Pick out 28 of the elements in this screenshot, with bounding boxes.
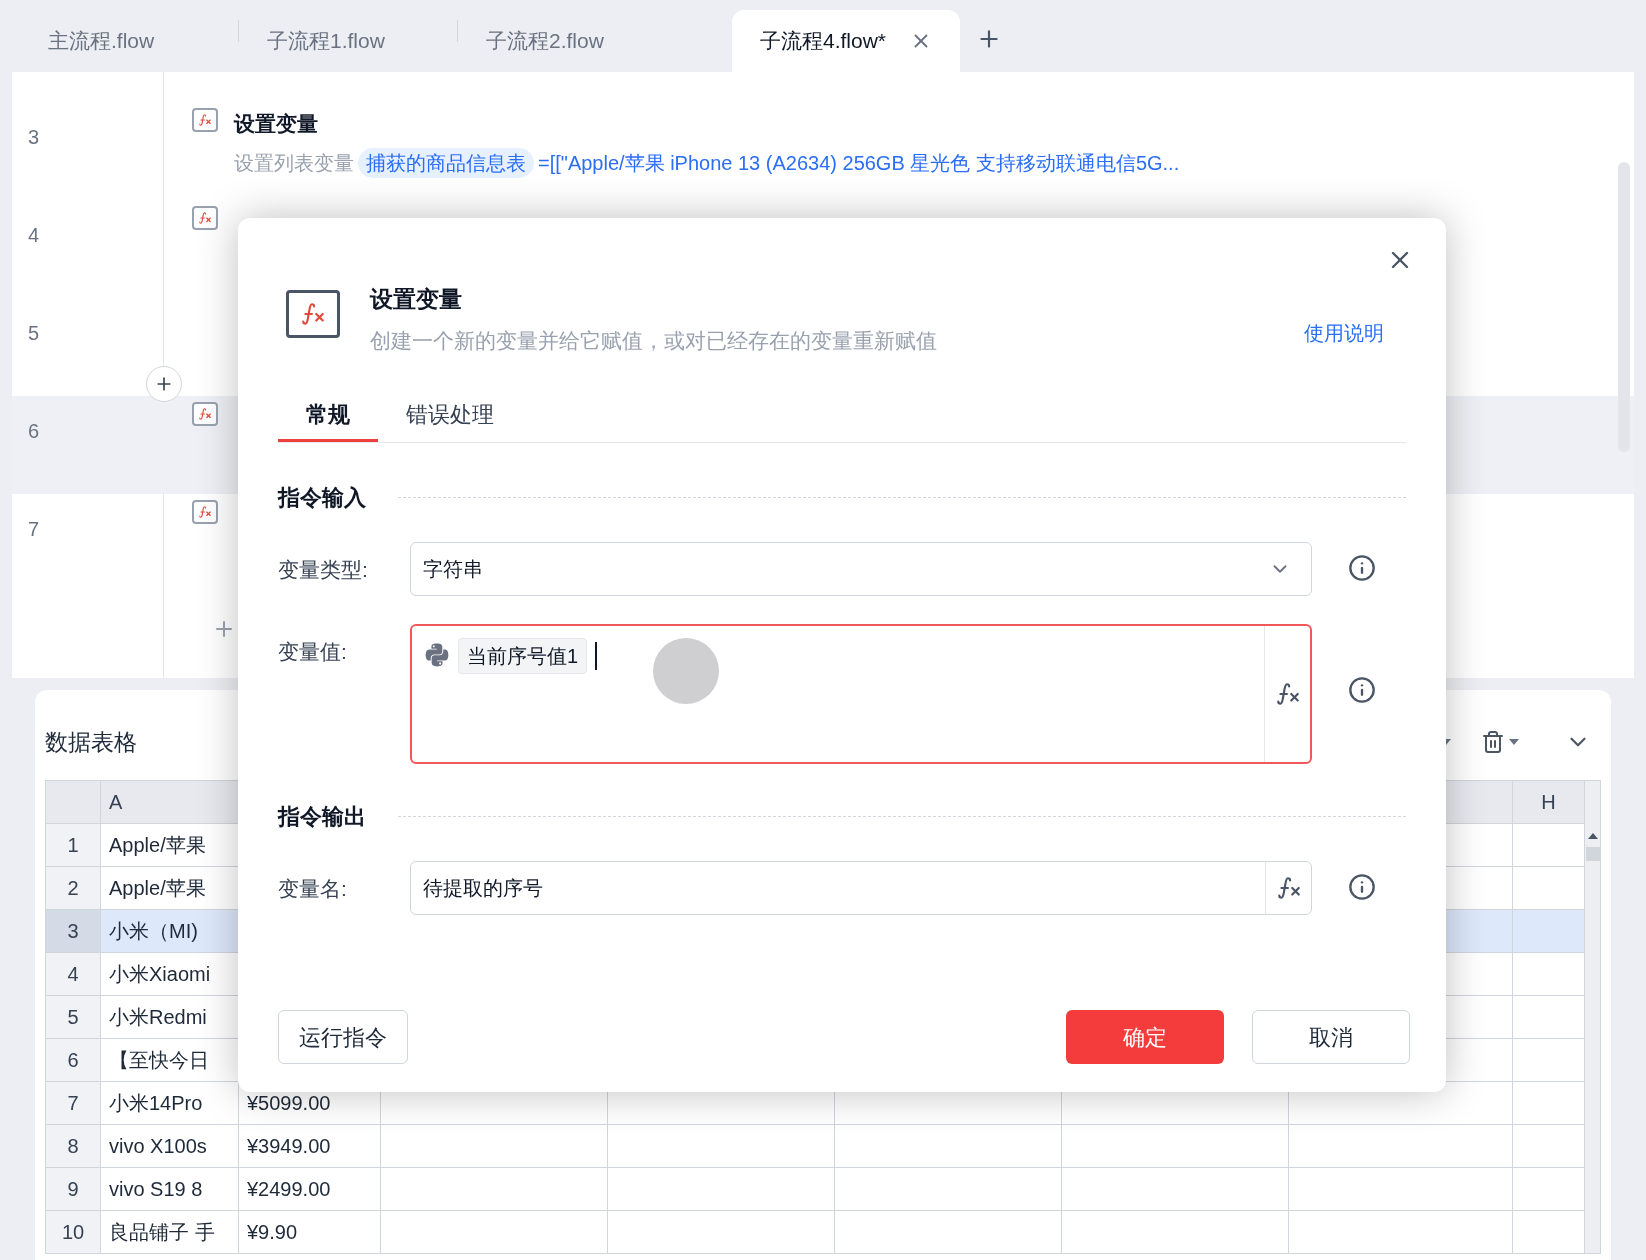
table-cell: 良品铺子 手 xyxy=(101,1211,239,1253)
row-number: 9 xyxy=(46,1168,101,1210)
line-number: 3 xyxy=(27,125,41,150)
field-label: 变量类型: xyxy=(278,557,369,583)
step-description: 设置列表变量 xyxy=(234,150,354,176)
line-number: 6 xyxy=(27,419,41,444)
section-title: 指令输出 xyxy=(278,803,366,831)
row-number: 1 xyxy=(46,824,101,866)
field-label: 变量值: xyxy=(278,639,348,665)
panel-title: 数据表格 xyxy=(45,727,138,757)
row-number: 5 xyxy=(46,996,101,1038)
dialog-title: 设置变量 xyxy=(370,285,463,314)
row-number: 4 xyxy=(46,953,101,995)
row-number: 7 xyxy=(46,1082,101,1124)
table-cell: ¥9.90 xyxy=(239,1211,381,1253)
variable-tag: 捕获的商品信息表 xyxy=(358,147,534,178)
row-number: 6 xyxy=(46,1039,101,1081)
field-label: 变量名: xyxy=(278,876,348,902)
row-number: 3 xyxy=(46,910,101,952)
section-title: 指令输入 xyxy=(278,484,366,512)
dialog-subtitle: 创建一个新的变量并给它赋值，或对已经存在的变量重新赋值 xyxy=(370,327,938,354)
row-number: 2 xyxy=(46,867,101,909)
step-title: 设置变量 xyxy=(234,111,319,137)
row-number: 10 xyxy=(46,1211,101,1253)
step-value: =[["Apple/苹果 iPhone 13 (A2634) 256GB 星光色 支持移动联通电信5G... xyxy=(538,150,1180,176)
line-number: 7 xyxy=(27,517,41,542)
line-number: 4 xyxy=(27,223,41,248)
row-number: 8 xyxy=(46,1125,101,1167)
